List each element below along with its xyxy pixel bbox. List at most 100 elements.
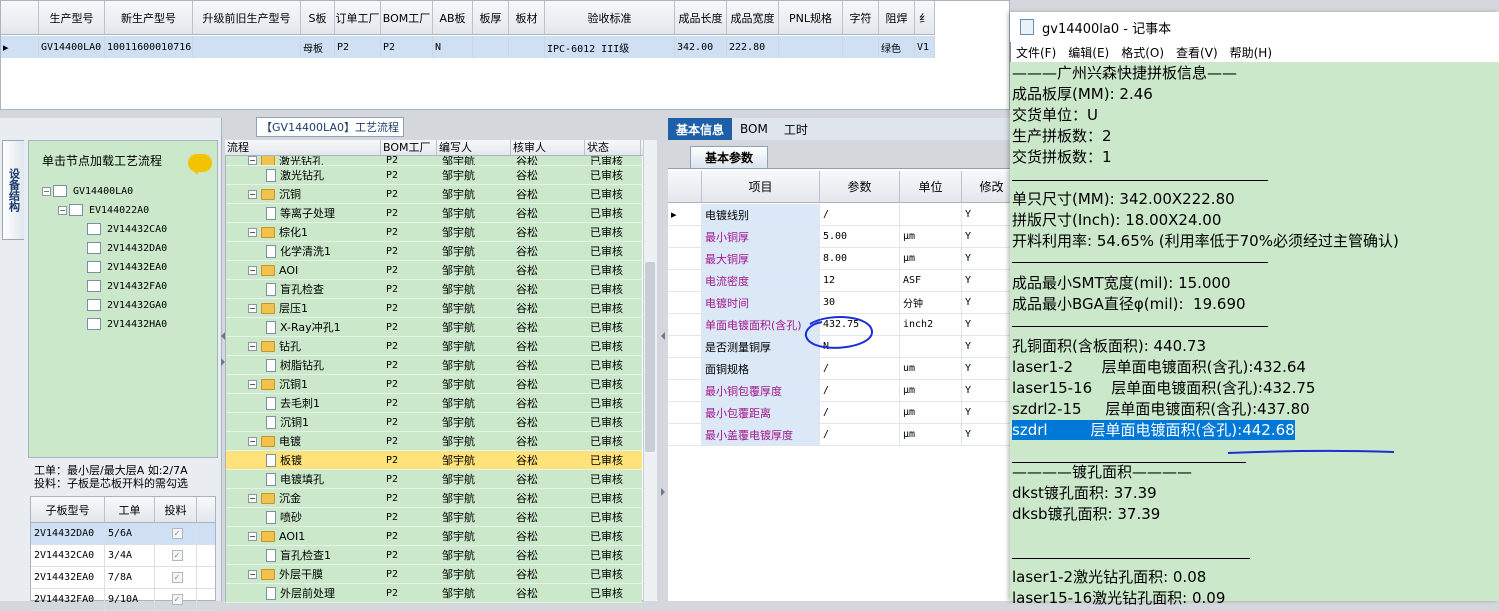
column-header[interactable]: AB板 [433,1,473,34]
collapse-icon[interactable]: − [248,189,257,199]
cell[interactable] [473,36,509,58]
cell[interactable]: IPC-6012 III级 [545,36,675,58]
tree-node[interactable]: − GV14400LA0 [42,182,133,200]
table-row[interactable]: 2V14432EA0 7/8A ✓ [31,567,215,589]
column-header[interactable]: 成品宽度 [727,1,779,34]
table-row[interactable]: 2V14432FA0 9/10A ✓ [31,589,215,611]
process-step-row[interactable]: 盲孔检查1 P2 邹宇航 谷松 已审核 [226,546,642,565]
tree-node[interactable]: 2V14432DA0 [74,239,167,257]
right-splitter-arrows[interactable] [659,330,667,500]
feed-checkbox[interactable]: ✓ [171,572,183,583]
column-header[interactable]: 生产型号 [39,1,105,34]
product-grid-row[interactable]: ▸ GV14400LA0 10011600010716 母板 P2 P2 N IPC-6012… [1,36,935,58]
param-value[interactable]: 5.00 [820,226,900,247]
process-step-row[interactable]: − AOI1 P2 邹宇航 谷松 已审核 [226,527,642,546]
cell[interactable]: 绿色 [879,36,915,58]
tab-work-hours[interactable]: 工时 [776,118,816,140]
process-step-row[interactable]: − 沉铜1 P2 邹宇航 谷松 已审核 [226,375,642,394]
param-row[interactable]: 最小盖覆电镀厚度 / μm Y [668,424,1022,446]
table-row[interactable]: 2V14432DA0 5/6A ✓ [31,523,215,545]
collapse-icon[interactable]: − [248,531,257,541]
process-step-row[interactable]: 盲孔检查 P2 邹宇航 谷松 已审核 [226,280,642,299]
column-header[interactable]: 编写人 [437,140,511,155]
cell[interactable]: P2 [381,36,433,58]
collapse-icon[interactable]: − [248,569,257,579]
param-value[interactable]: / [820,402,900,423]
process-step-row[interactable]: − 钻孔 P2 邹宇航 谷松 已审核 [226,337,642,356]
column-header[interactable]: 新生产型号 [105,1,193,34]
process-step-row[interactable]: − 激光钻孔 P2 邹宇航 谷松 已审核 [226,156,642,166]
column-header[interactable]: PNL规格 [779,1,843,34]
cell[interactable] [509,36,545,58]
param-row[interactable]: 最小铜厚 5.00 μm Y [668,226,1022,248]
param-value[interactable]: / [820,424,900,445]
param-row[interactable]: 最大铜厚 8.00 μm Y [668,248,1022,270]
param-value[interactable]: / [820,358,900,379]
collapse-icon[interactable]: − [42,186,51,196]
notepad-menu-item[interactable]: 文件(F) [1010,44,1062,61]
column-header[interactable]: 单位 [900,171,962,202]
collapse-icon[interactable]: − [248,341,257,351]
param-row[interactable]: 面铜规格 / um Y [668,358,1022,380]
process-step-row[interactable]: − 沉金 P2 邹宇航 谷松 已审核 [226,489,642,508]
cell[interactable]: V1 [915,36,935,58]
cell[interactable]: 母板 [301,36,335,58]
collapse-icon[interactable]: − [248,227,257,237]
param-row[interactable]: ▸ 电镀线别 / Y [668,204,1022,226]
column-header[interactable]: 流程 [225,140,381,155]
cell[interactable]: 10011600010716 [105,36,193,58]
tree-node[interactable]: 2V14432GA0 [74,296,167,314]
cell[interactable]: P2 [335,36,381,58]
process-step-row[interactable]: 外层前处理 P2 邹宇航 谷松 已审核 [226,584,642,603]
tree-node[interactable]: 2V14432EA0 [74,258,167,276]
feed-checkbox[interactable]: ✓ [171,528,183,539]
notepad-menu-item[interactable]: 帮助(H) [1224,44,1278,61]
feed-checkbox[interactable]: ✓ [171,550,183,561]
tab-device-structure[interactable]: 设备结构 [2,140,24,240]
tab-basic-info[interactable]: 基本信息 [668,118,733,140]
process-step-row[interactable]: − 电镀 P2 邹宇航 谷松 已审核 [226,432,642,451]
param-row[interactable]: 电流密度 12 ASF Y [668,270,1022,292]
process-step-row[interactable]: 喷砂 P2 邹宇航 谷松 已审核 [226,508,642,527]
column-header[interactable]: 成品长度 [675,1,727,34]
param-value[interactable]: / [820,204,900,225]
notepad-titlebar[interactable]: gv14400la0 - 记事本 [1010,12,1499,42]
process-step-row[interactable]: 树脂钻孔 P2 邹宇航 谷松 已审核 [226,356,642,375]
process-step-row[interactable]: − 沉铜 P2 邹宇航 谷松 已审核 [226,185,642,204]
cell[interactable]: 342.00 [675,36,727,58]
tree-node[interactable]: 2V14432FA0 [74,277,167,295]
column-header[interactable]: BOM工厂 [381,1,433,34]
notepad-menu-item[interactable]: 查看(V) [1170,44,1224,61]
process-step-row[interactable]: − 外层干膜 P2 邹宇航 谷松 已审核 [226,565,642,584]
process-step-row[interactable]: − 棕化1 P2 邹宇航 谷松 已审核 [226,223,642,242]
collapse-icon[interactable]: − [248,265,257,275]
param-row[interactable]: 最小铜包覆厚度 / μm Y [668,380,1022,402]
process-step-row[interactable]: 激光钻孔 P2 邹宇航 谷松 已审核 [226,166,642,185]
param-value[interactable]: / [820,380,900,401]
left-splitter-arrows[interactable] [219,330,227,370]
column-header[interactable]: 参数 [820,171,900,202]
column-header[interactable]: 状态 [585,140,641,155]
notepad-menu-item[interactable]: 格式(O) [1115,44,1170,61]
process-step-row[interactable]: 电镀填孔 P2 邹宇航 谷松 已审核 [226,470,642,489]
column-header[interactable]: 子板型号 [31,497,105,522]
column-header[interactable]: 项目 [702,171,820,202]
column-header[interactable]: 升级前旧生产型号 [193,1,301,34]
process-step-row[interactable]: X-Ray冲孔1 P2 邹宇航 谷松 已审核 [226,318,642,337]
tab-basic-params[interactable]: 基本参数 [690,146,768,168]
column-header[interactable]: 阻焊 [879,1,915,34]
column-header[interactable]: 验收标准 [545,1,675,34]
table-row[interactable]: 2V14432CA0 3/4A ✓ [31,545,215,567]
param-value[interactable]: 30 [820,292,900,313]
collapse-icon[interactable]: − [248,303,257,313]
process-flow-scroll-thumb[interactable] [645,262,655,452]
column-header[interactable]: 板材 [509,1,545,34]
column-header[interactable]: S板 [301,1,335,34]
process-step-row[interactable]: − AOI P2 邹宇航 谷松 已审核 [226,261,642,280]
collapse-icon[interactable]: − [248,156,257,165]
column-header[interactable]: 投料 [155,497,197,522]
cell[interactable]: GV14400LA0 [39,36,105,58]
process-step-row[interactable]: 板镀 P2 邹宇航 谷松 已审核 [226,451,642,470]
collapse-icon[interactable]: − [248,493,257,503]
column-header[interactable]: 纟 [915,1,935,34]
